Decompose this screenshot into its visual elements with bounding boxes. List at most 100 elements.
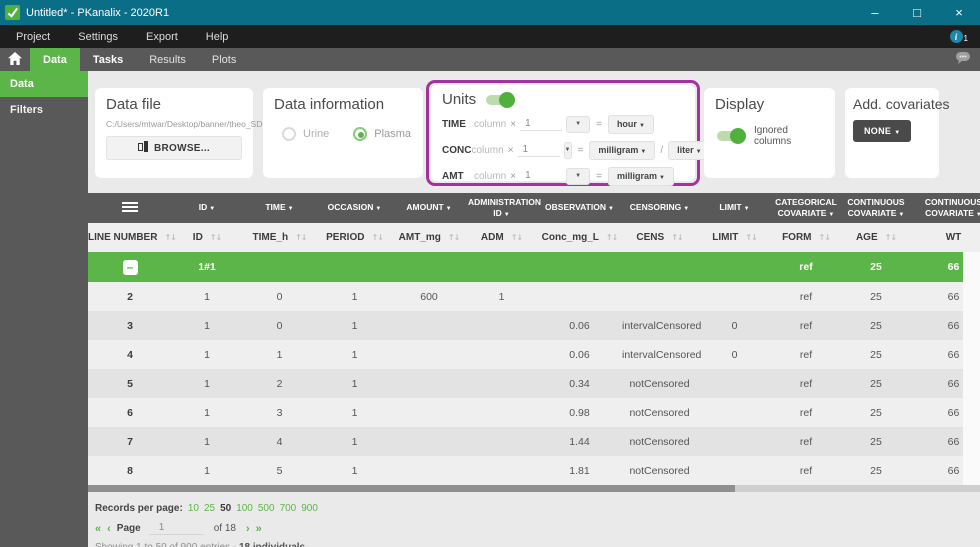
sort-arrows-icon[interactable]: ↑↓ bbox=[819, 233, 831, 242]
unit-divider: / bbox=[660, 144, 664, 156]
sort-arrows-icon[interactable]: ↑↓ bbox=[511, 233, 523, 242]
horizontal-scrollbar[interactable] bbox=[88, 485, 980, 492]
column-header-line-number[interactable]: LINE NUMBER ↑↓ bbox=[88, 223, 177, 252]
radio-option-plasma[interactable]: Plasma bbox=[353, 127, 411, 141]
minimize-icon[interactable]: – bbox=[854, 0, 896, 25]
cell-form: ref bbox=[799, 435, 813, 448]
unit-column-dropdown[interactable]: ▼ bbox=[566, 167, 591, 185]
group-header-occasion[interactable]: OCCASION ▼ bbox=[317, 193, 392, 223]
home-tab[interactable] bbox=[0, 48, 30, 71]
column-header-time-h[interactable]: TIME_h ↑↓ bbox=[242, 223, 317, 252]
next-page-button[interactable]: › bbox=[246, 523, 250, 535]
vertical-scrollbar-track[interactable] bbox=[963, 252, 980, 485]
ignored-columns-toggle[interactable] bbox=[717, 128, 746, 144]
column-header-id[interactable]: ID ↑↓ bbox=[172, 223, 242, 252]
home-icon bbox=[8, 51, 22, 68]
column-header-limit[interactable]: LIMIT ↑↓ bbox=[697, 223, 772, 252]
column-header-age[interactable]: AGE ↑↓ bbox=[840, 223, 912, 252]
sort-arrows-icon[interactable]: ↑↓ bbox=[745, 233, 757, 242]
menu-item-export[interactable]: Export bbox=[132, 31, 192, 43]
sort-arrows-icon[interactable]: ↑↓ bbox=[448, 233, 460, 242]
sort-arrows-icon[interactable]: ↑↓ bbox=[295, 233, 307, 242]
table-row[interactable]: 5 1 2 1 0.34 notCensored ref 25 66 bbox=[88, 369, 980, 398]
table-row[interactable]: 8 1 5 1 1.81 notCensored ref 25 66 bbox=[88, 456, 980, 485]
last-page-button[interactable]: » bbox=[256, 523, 262, 535]
column-header-amt-mg[interactable]: AMT_mg ↑↓ bbox=[392, 223, 466, 252]
group-header-censoring[interactable]: CENSORING ▼ bbox=[622, 193, 697, 223]
records-option-700[interactable]: 700 bbox=[280, 503, 297, 514]
first-page-button[interactable]: « bbox=[95, 523, 101, 535]
table-menu-icon[interactable] bbox=[122, 201, 138, 213]
sort-arrows-icon[interactable]: ↑↓ bbox=[371, 233, 383, 242]
tab-results[interactable]: Results bbox=[136, 48, 199, 71]
covariates-none-button[interactable]: NONE ▼ bbox=[853, 120, 912, 142]
table-row[interactable]: 6 1 3 1 0.98 notCensored ref 25 66 bbox=[88, 398, 980, 427]
sort-arrows-icon[interactable]: ↑↓ bbox=[885, 233, 897, 242]
page-input[interactable] bbox=[148, 522, 204, 535]
cell-line-number: 7 bbox=[127, 435, 133, 448]
menu-item-settings[interactable]: Settings bbox=[64, 31, 132, 43]
unit-factor-input[interactable] bbox=[520, 117, 563, 131]
column-header-adm[interactable]: ADM ↑↓ bbox=[466, 223, 537, 252]
tab-data[interactable]: Data bbox=[30, 48, 80, 71]
sidebar-item-data[interactable]: Data bbox=[0, 71, 88, 97]
tab-plots[interactable]: Plots bbox=[199, 48, 249, 71]
sidebar-item-filters[interactable]: Filters bbox=[0, 97, 88, 123]
group-header-continuous-covariate[interactable]: CONTINUOUS COVARIATE ▼ bbox=[912, 193, 980, 223]
sort-arrows-icon[interactable]: ↑↓ bbox=[671, 233, 683, 242]
menu-items: Project Settings Export Help bbox=[0, 25, 242, 48]
browse-button[interactable]: BROWSE... bbox=[106, 136, 242, 160]
sort-arrows-icon[interactable]: ↑↓ bbox=[164, 233, 176, 242]
records-option-900[interactable]: 900 bbox=[301, 503, 318, 514]
equals-sign: = bbox=[577, 144, 584, 156]
records-option-100[interactable]: 100 bbox=[236, 503, 253, 514]
sort-arrows-icon[interactable]: ↑↓ bbox=[210, 233, 222, 242]
tab-tasks[interactable]: Tasks bbox=[80, 48, 136, 71]
units-toggle[interactable] bbox=[486, 91, 516, 108]
group-header-time[interactable]: TIME ▼ bbox=[242, 193, 317, 223]
group-header-observation[interactable]: OBSERVATION ▼ bbox=[537, 193, 622, 223]
unit-select-milligram[interactable]: milligram ▼ bbox=[589, 140, 656, 160]
records-option-50[interactable]: 50 bbox=[220, 503, 231, 514]
menu-item-help[interactable]: Help bbox=[192, 31, 243, 43]
group-header-amount[interactable]: AMOUNT ▼ bbox=[392, 193, 466, 223]
group-header-id[interactable]: ID ▼ bbox=[172, 193, 242, 223]
chevron-down-icon: ▼ bbox=[607, 206, 614, 213]
collapse-group-button[interactable]: – bbox=[122, 259, 138, 275]
table-row[interactable]: 2 1 0 1 600 1 ref 25 66 bbox=[88, 282, 980, 311]
group-header-categorical-covariate[interactable]: CATEGORICAL COVARIATE ▼ bbox=[772, 193, 840, 223]
radio-option-urine[interactable]: Urine bbox=[282, 127, 329, 141]
group-header-limit[interactable]: LIMIT ▼ bbox=[697, 193, 772, 223]
group-header-administration-id[interactable]: ADMINISTRATION ID ▼ bbox=[466, 193, 541, 223]
info-icon[interactable]: i bbox=[949, 30, 963, 43]
table-menu-cell[interactable] bbox=[88, 193, 172, 223]
unit-row-conc: CONCcolumn×▼=milligram▼/liter▼ bbox=[442, 140, 711, 160]
column-header-form[interactable]: FORM ↑↓ bbox=[772, 223, 840, 252]
unit-factor-input[interactable] bbox=[517, 143, 560, 157]
column-header-cens[interactable]: CENS ↑↓ bbox=[622, 223, 697, 252]
records-option-500[interactable]: 500 bbox=[258, 503, 275, 514]
cell-line-number: 3 bbox=[127, 319, 133, 332]
feedback-chat-icon[interactable] bbox=[955, 51, 971, 68]
unit-factor-input[interactable] bbox=[520, 169, 563, 183]
column-header-conc-mg-l[interactable]: Conc_mg_L ↑↓ bbox=[537, 223, 622, 252]
unit-column-dropdown[interactable]: ▼ bbox=[563, 141, 572, 159]
column-header-wt[interactable]: WT bbox=[912, 223, 980, 252]
records-option-25[interactable]: 25 bbox=[204, 503, 215, 514]
prev-page-button[interactable]: ‹ bbox=[107, 523, 111, 535]
unit-select-hour[interactable]: hour ▼ bbox=[607, 114, 654, 134]
column-header-period[interactable]: PERIOD ↑↓ bbox=[317, 223, 392, 252]
sort-arrows-icon[interactable]: ↑↓ bbox=[606, 233, 618, 242]
maximize-icon[interactable]: □ bbox=[896, 0, 938, 25]
chevron-down-icon: ▼ bbox=[375, 206, 382, 213]
horizontal-scrollbar-thumb[interactable] bbox=[88, 485, 735, 492]
close-icon[interactable]: × bbox=[938, 0, 980, 25]
table-row[interactable]: 7 1 4 1 1.44 notCensored ref 25 66 bbox=[88, 427, 980, 456]
unit-select-milligram[interactable]: milligram ▼ bbox=[607, 166, 674, 186]
unit-column-dropdown[interactable]: ▼ bbox=[566, 115, 591, 133]
menu-item-project[interactable]: Project bbox=[2, 31, 64, 43]
group-header-continuous-covariate[interactable]: CONTINUOUS COVARIATE ▼ bbox=[840, 193, 912, 223]
table-row[interactable]: 3 1 0 1 0.06 intervalCensored 0 ref 25 66 bbox=[88, 311, 980, 340]
records-option-10[interactable]: 10 bbox=[188, 503, 199, 514]
table-row[interactable]: 4 1 1 1 0.06 intervalCensored 0 ref 25 66 bbox=[88, 340, 980, 369]
